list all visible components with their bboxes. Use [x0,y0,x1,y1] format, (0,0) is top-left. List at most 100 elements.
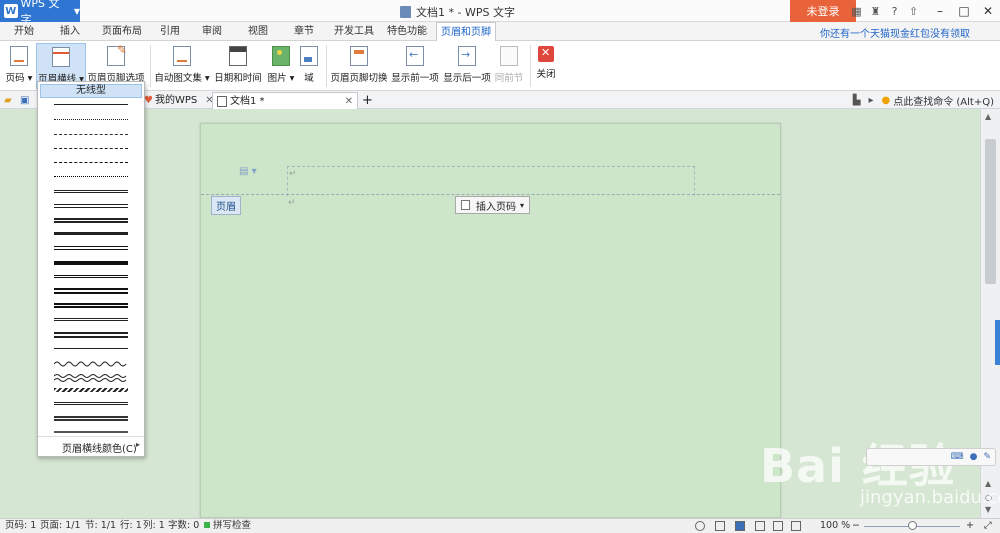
line-style-option[interactable] [54,275,128,278]
line-style-option[interactable] [54,374,128,382]
tab-section[interactable]: 章节 [286,22,322,41]
pin-icon[interactable]: ⇧ [904,5,923,18]
line-style-option[interactable] [54,232,128,235]
page-number-button[interactable]: 页码 ▾ [4,43,34,89]
ribbon-divider [530,45,531,87]
floating-toolbar: ⌨ ● ✎ [866,448,996,466]
zoom-in-icon[interactable]: + [966,519,974,533]
close-tab-icon[interactable]: ✕ [345,93,353,110]
picture-button[interactable]: 图片 ▾ [266,43,296,89]
line-style-option[interactable] [54,431,128,433]
line-style-option[interactable] [54,416,128,421]
tab-features[interactable]: 特色功能 [382,22,432,41]
tab-view[interactable]: 视图 [240,22,276,41]
open-folder-icon[interactable]: ▰ [4,92,12,109]
header-line-color-menu[interactable]: 页眉横线颜色(C) [62,440,137,455]
show-previous-button[interactable]: 显示前一项 [390,43,440,89]
same-as-previous-button[interactable]: 同前节 [494,43,524,89]
document-page[interactable]: ▤ ▾ ↵ 页眉 ↵ 插入页码 ▾ [200,123,781,518]
line-style-option[interactable] [54,288,128,294]
switch-header-footer-button[interactable]: 页眉页脚切换 [330,43,388,89]
watermark-url: jingyan.baidu.com [860,487,1000,508]
keyboard-icon[interactable]: ⌨ [951,452,964,462]
maximize-icon[interactable]: □ [952,0,976,22]
zoom-out-icon[interactable]: − [852,519,860,533]
zoom-slider-handle[interactable] [907,521,917,530]
line-style-option[interactable] [54,190,128,193]
web-view-icon[interactable] [773,521,783,531]
save-icon[interactable]: ▣ [20,92,29,109]
arrow-left-icon [406,46,424,66]
ribbon: 页码 ▾ 页眉横线 ▾ 页眉页脚选项 自动图文集 ▾ 日期和时间 图片 ▾ 域 … [0,41,1000,91]
outline-view-icon[interactable] [755,521,765,531]
line-style-option[interactable] [54,360,128,368]
status-pages: 页面: 1/1 [40,520,81,531]
insert-page-number-button[interactable]: 插入页码 ▾ [455,196,531,214]
show-previous-label: 显示前一项 [391,73,439,84]
scroll-thumb[interactable] [985,139,996,284]
shirt-icon[interactable]: ♜ [866,5,885,18]
line-style-option[interactable] [54,148,128,149]
chevron-right-icon: ▸ [136,440,141,449]
line-style-option[interactable] [54,261,128,265]
line-style-option[interactable] [54,162,128,163]
promo-link[interactable]: 你还有一个天猫现金红包没有领取 [820,25,970,40]
field-label: 域 [304,73,314,84]
show-next-button[interactable]: 显示后一项 [442,43,492,89]
line-style-option[interactable] [54,119,128,120]
arrow-right-icon [458,46,476,66]
app-menu-button[interactable]: W WPS 文字 ▼ [0,0,80,26]
auto-text-button[interactable]: 自动图文集 ▾ [154,43,210,89]
status-section: 节: 1/1 [85,520,117,531]
tab-insert[interactable]: 插入 [50,22,90,41]
tab-document1[interactable]: 文档1 * ✕ [212,92,358,109]
line-style-option[interactable] [54,104,128,105]
tab-reference[interactable]: 引用 [152,22,188,41]
line-style-option[interactable] [54,402,128,405]
scroll-up-icon[interactable]: ▲ [985,112,991,121]
focus-mode-icon[interactable] [715,521,725,531]
side-panel-tab[interactable] [995,320,1000,365]
close-header-footer-button[interactable]: 关闭 [534,43,558,89]
line-style-option[interactable] [54,332,128,338]
tab-start[interactable]: 开始 [4,22,44,41]
command-search[interactable]: ▙ ▸ ● 点此查找命令 (Alt+Q) [853,93,994,108]
spell-check-button[interactable]: 拼写检查 [204,519,251,533]
page-view-icon[interactable] [735,521,745,531]
page-layout-icon[interactable]: ▤ ▾ [239,166,257,177]
tab-review[interactable]: 审阅 [194,22,230,41]
header-region[interactable]: ↵ [287,166,695,196]
minimize-icon[interactable]: – [928,0,952,22]
field-button[interactable]: 域 [298,43,320,89]
fit-window-icon[interactable]: ⤢ [984,519,992,533]
user-icon[interactable]: ● [970,452,978,462]
line-style-option[interactable] [54,218,128,223]
line-style-none[interactable]: 无线型 [40,84,142,98]
line-style-option[interactable] [54,348,128,349]
history-icon[interactable] [695,521,705,531]
arrow-icon[interactable]: ▸ [868,95,873,106]
line-style-option[interactable] [54,388,128,392]
header-boundary-line [201,194,780,195]
line-style-option[interactable] [54,318,128,321]
panel-icon[interactable]: ▙ [853,95,861,106]
zoom-level[interactable]: 100 % [820,519,850,533]
tab-developer[interactable]: 开发工具 [330,22,378,41]
line-style-option[interactable] [54,204,128,208]
ribbon-divider [326,45,327,87]
line-style-option[interactable] [54,303,128,308]
help-icon[interactable]: ? [885,5,904,18]
new-tab-icon[interactable]: + [362,92,373,109]
document-icon [217,95,227,107]
line-style-option[interactable] [54,134,128,135]
reading-view-icon[interactable] [791,521,801,531]
skin-icon[interactable]: ▦ [847,5,866,18]
wrench-icon[interactable]: ✎ [983,452,991,462]
line-style-option[interactable] [54,246,128,250]
tab-header-footer[interactable]: 页眉和页脚 [436,22,496,41]
line-style-option[interactable] [54,176,128,177]
tab-page-layout[interactable]: 页面布局 [96,22,148,41]
date-time-button[interactable]: 日期和时间 [212,43,264,89]
close-icon[interactable]: ✕ [976,0,1000,22]
tab-my-wps[interactable]: ♥ 我的WPS ✕ [144,92,214,109]
